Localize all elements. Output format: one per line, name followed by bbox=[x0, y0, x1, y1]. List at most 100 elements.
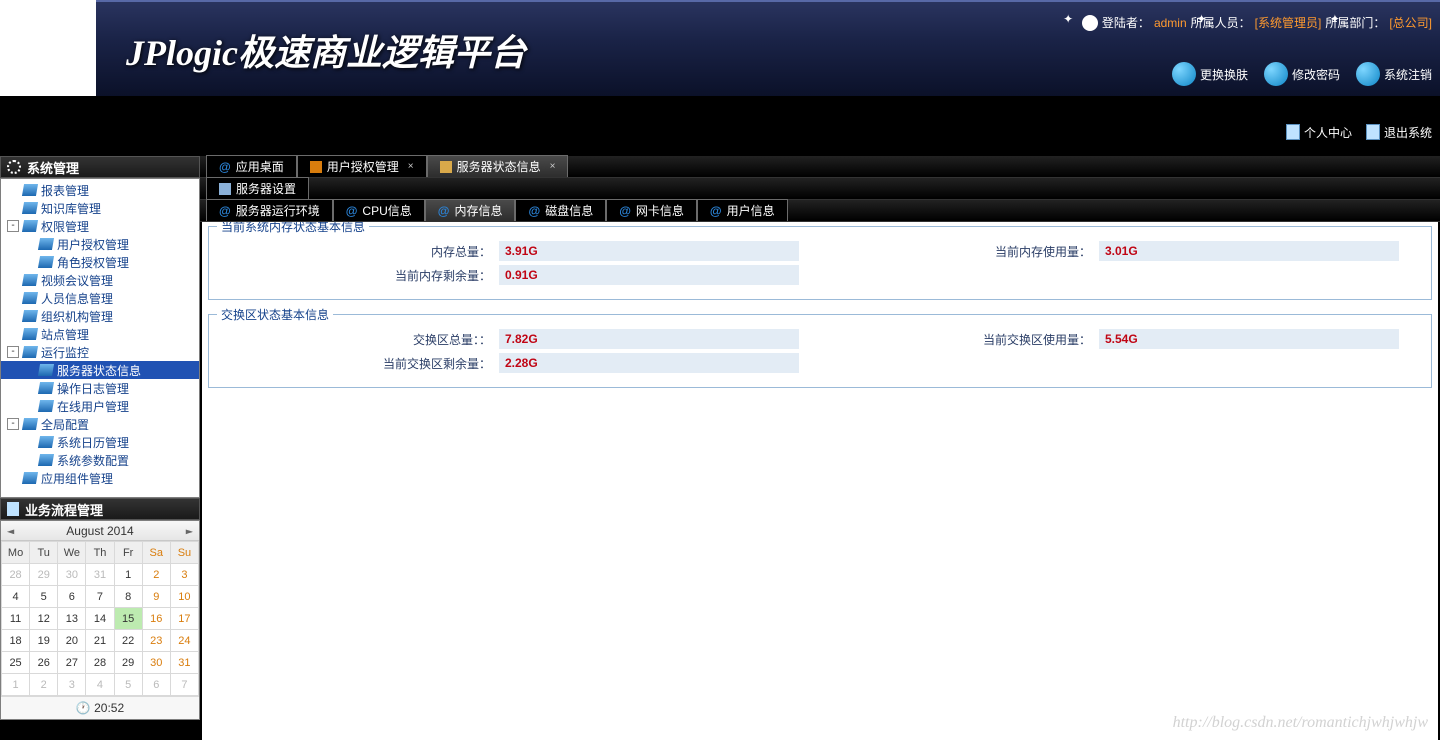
calendar-day-cell[interactable]: 2 bbox=[30, 674, 58, 696]
calendar-day-cell[interactable]: 28 bbox=[86, 652, 114, 674]
change-skin-label: 更换换肤 bbox=[1200, 66, 1248, 83]
calendar-day-cell[interactable]: 12 bbox=[30, 608, 58, 630]
at-icon: @ bbox=[438, 204, 450, 218]
calendar-day-cell[interactable]: 30 bbox=[142, 652, 170, 674]
tree-item-op-log[interactable]: 操作日志管理 bbox=[1, 379, 199, 397]
infotab-cpu[interactable]: @CPU信息 bbox=[333, 199, 425, 221]
tree-item-sys-calendar[interactable]: 系统日历管理 bbox=[1, 433, 199, 451]
calendar-day-cell[interactable]: 3 bbox=[170, 564, 198, 586]
infotab-user[interactable]: @用户信息 bbox=[697, 199, 788, 221]
calendar-day-header: Su bbox=[170, 542, 198, 564]
swap-total-label: 交换区总量：： bbox=[209, 331, 499, 348]
calendar-prev-button[interactable]: ◄ bbox=[7, 524, 14, 538]
calendar-day-cell[interactable]: 1 bbox=[2, 674, 30, 696]
calendar-day-cell[interactable]: 15 bbox=[114, 608, 142, 630]
collapse-icon[interactable]: - bbox=[7, 418, 19, 430]
calendar-day-cell[interactable]: 4 bbox=[86, 674, 114, 696]
calendar-day-cell[interactable]: 18 bbox=[2, 630, 30, 652]
calendar-day-cell[interactable]: 9 bbox=[142, 586, 170, 608]
tree-item-site[interactable]: 站点管理 bbox=[1, 325, 199, 343]
tree-item-online-user[interactable]: 在线用户管理 bbox=[1, 397, 199, 415]
calendar-day-cell[interactable]: 31 bbox=[170, 652, 198, 674]
calendar-day-cell[interactable]: 4 bbox=[2, 586, 30, 608]
calendar-day-cell[interactable]: 7 bbox=[170, 674, 198, 696]
tree-item-knowledge[interactable]: 知识库管理 bbox=[1, 199, 199, 217]
calendar-day-cell[interactable]: 26 bbox=[30, 652, 58, 674]
book-icon bbox=[22, 310, 38, 322]
total-mem-label: 内存总量： bbox=[209, 243, 499, 260]
tree-label: 全局配置 bbox=[41, 416, 89, 433]
book-icon bbox=[38, 238, 54, 250]
tree-item-video[interactable]: 视频会议管理 bbox=[1, 271, 199, 289]
tab-server-status[interactable]: 服务器状态信息× bbox=[427, 155, 569, 177]
infotab-memory[interactable]: @内存信息 bbox=[425, 199, 516, 221]
calendar-day-cell[interactable]: 30 bbox=[58, 564, 86, 586]
tree-item-runtime[interactable]: -运行监控 bbox=[1, 343, 199, 361]
change-password-link[interactable]: 修改密码 bbox=[1264, 62, 1340, 86]
calendar-day-cell[interactable]: 22 bbox=[114, 630, 142, 652]
tree-item-global[interactable]: - 全局配置 bbox=[1, 415, 199, 433]
tree-item-person-info[interactable]: 人员信息管理 bbox=[1, 289, 199, 307]
infotab-env[interactable]: @服务器运行环境 bbox=[206, 199, 333, 221]
calendar-day-cell[interactable]: 2 bbox=[142, 564, 170, 586]
sidebar-panel-system[interactable]: 系统管理 bbox=[0, 156, 200, 178]
tree-item-app-comp[interactable]: 应用组件管理 bbox=[1, 469, 199, 487]
calendar-day-cell[interactable]: 13 bbox=[58, 608, 86, 630]
calendar-day-cell[interactable]: 8 bbox=[114, 586, 142, 608]
calendar-day-header: Tu bbox=[30, 542, 58, 564]
tree-item-role-auth[interactable]: 角色授权管理 bbox=[1, 253, 199, 271]
tree-item-server-status[interactable]: 服务器状态信息 bbox=[1, 361, 199, 379]
login-user: admin bbox=[1154, 16, 1187, 30]
tab-user-auth[interactable]: 用户授权管理× bbox=[297, 155, 427, 177]
exit-system-link[interactable]: 退出系统 bbox=[1366, 124, 1432, 141]
calendar-day-cell[interactable]: 16 bbox=[142, 608, 170, 630]
tree-item-org[interactable]: 组织机构管理 bbox=[1, 307, 199, 325]
calendar-day-cell[interactable]: 24 bbox=[170, 630, 198, 652]
swap-total-value: 7.82G bbox=[499, 329, 799, 349]
personal-center-link[interactable]: 个人中心 bbox=[1286, 124, 1352, 141]
close-icon[interactable]: × bbox=[550, 161, 556, 172]
system-logout-link[interactable]: 系统注销 bbox=[1356, 62, 1432, 86]
calendar-day-cell[interactable]: 14 bbox=[86, 608, 114, 630]
calendar-day-cell[interactable]: 31 bbox=[86, 564, 114, 586]
tree-item-sys-param[interactable]: 系统参数配置 bbox=[1, 451, 199, 469]
book-icon bbox=[22, 220, 38, 232]
calendar-day-cell[interactable]: 3 bbox=[58, 674, 86, 696]
calendar-day-cell[interactable]: 19 bbox=[30, 630, 58, 652]
calendar-day-cell[interactable]: 5 bbox=[30, 586, 58, 608]
calendar-day-cell[interactable]: 25 bbox=[2, 652, 30, 674]
tree-item-reports[interactable]: 报表管理 bbox=[1, 181, 199, 199]
tree-item-permission[interactable]: -权限管理 bbox=[1, 217, 199, 235]
calendar-next-button[interactable]: ► bbox=[186, 524, 193, 538]
tree-label: 报表管理 bbox=[41, 182, 89, 199]
change-skin-link[interactable]: 更换换肤 bbox=[1172, 62, 1248, 86]
collapse-icon[interactable]: - bbox=[7, 220, 19, 232]
calendar-day-cell[interactable]: 29 bbox=[114, 652, 142, 674]
calendar-day-cell[interactable]: 17 bbox=[170, 608, 198, 630]
calendar-day-cell[interactable]: 5 bbox=[114, 674, 142, 696]
tree-item-user-auth[interactable]: 用户授权管理 bbox=[1, 235, 199, 253]
calendar-title[interactable]: August 2014 bbox=[66, 524, 133, 538]
power-icon bbox=[1356, 62, 1380, 86]
calendar-day-cell[interactable]: 7 bbox=[86, 586, 114, 608]
calendar-day-cell[interactable]: 27 bbox=[58, 652, 86, 674]
sidebar-panel-workflow[interactable]: 业务流程管理 bbox=[0, 498, 200, 520]
calendar-day-cell[interactable]: 11 bbox=[2, 608, 30, 630]
calendar-day-cell[interactable]: 1 bbox=[114, 564, 142, 586]
subtab-server-settings[interactable]: 服务器设置 bbox=[206, 177, 309, 199]
collapse-icon[interactable]: - bbox=[7, 346, 19, 358]
calendar-day-cell[interactable]: 28 bbox=[2, 564, 30, 586]
sidebar-panel-workflow-label: 业务流程管理 bbox=[25, 500, 103, 519]
calendar-day-cell[interactable]: 21 bbox=[86, 630, 114, 652]
calendar-day-cell[interactable]: 6 bbox=[142, 674, 170, 696]
calendar-day-cell[interactable]: 20 bbox=[58, 630, 86, 652]
calendar-day-cell[interactable]: 23 bbox=[142, 630, 170, 652]
infotab-nic[interactable]: @网卡信息 bbox=[606, 199, 697, 221]
calendar-day-cell[interactable]: 29 bbox=[30, 564, 58, 586]
close-icon[interactable]: × bbox=[408, 161, 414, 172]
calendar-day-cell[interactable]: 10 bbox=[170, 586, 198, 608]
tab-desktop[interactable]: @应用桌面 bbox=[206, 155, 297, 177]
infotab-disk[interactable]: @磁盘信息 bbox=[515, 199, 606, 221]
tree-label: 知识库管理 bbox=[41, 200, 101, 217]
calendar-day-cell[interactable]: 6 bbox=[58, 586, 86, 608]
